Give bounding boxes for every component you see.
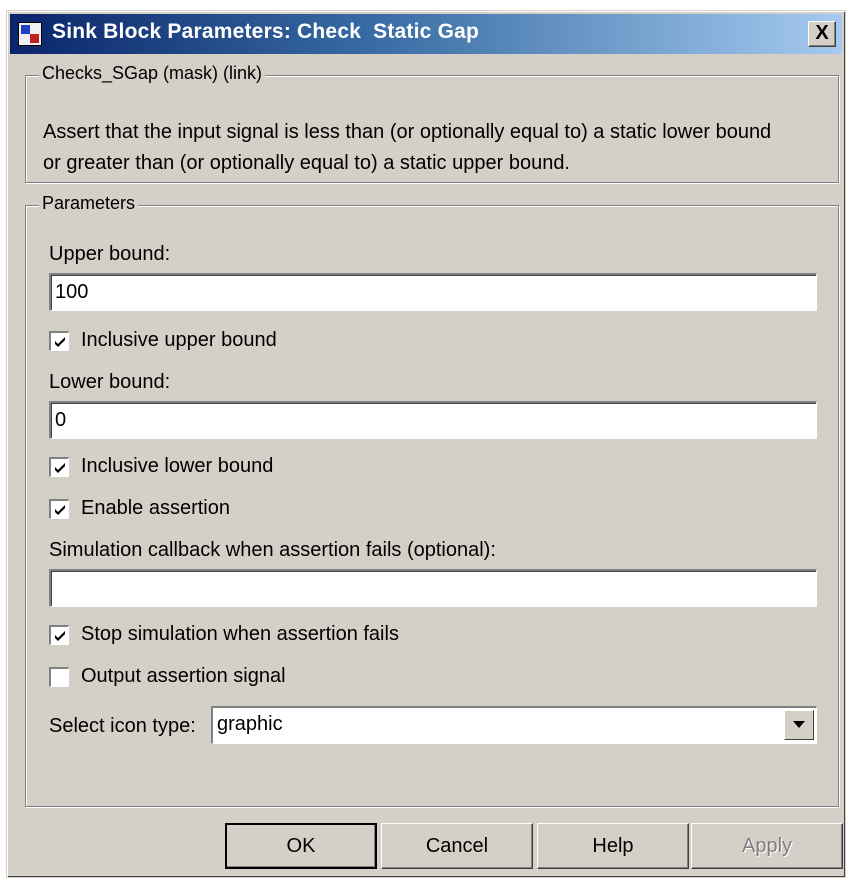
icon-type-value: graphic xyxy=(217,713,283,735)
stop-simulation-checkbox[interactable] xyxy=(49,625,69,645)
lower-bound-label: Lower bound: xyxy=(49,371,171,393)
window-title: Sink Block Parameters: Check Static Gap xyxy=(52,20,480,43)
parameters-group-legend: Parameters xyxy=(39,193,139,214)
chevron-down-icon xyxy=(793,721,805,728)
description-line-2: or greater than (or optionally equal to)… xyxy=(43,152,570,174)
mask-description: Assert that the input signal is less tha… xyxy=(43,117,833,179)
ok-button[interactable]: OK xyxy=(225,823,377,869)
output-assertion-label[interactable]: Output assertion signal xyxy=(81,665,286,688)
description-line-1: Assert that the input signal is less tha… xyxy=(43,121,772,143)
dropdown-button[interactable] xyxy=(784,710,814,740)
inclusive-upper-checkbox[interactable] xyxy=(49,331,69,351)
inclusive-lower-checkbox[interactable] xyxy=(49,457,69,477)
upper-bound-input[interactable] xyxy=(49,273,817,311)
mask-group-legend: Checks_SGap (mask) (link) xyxy=(39,63,266,84)
cancel-button[interactable]: Cancel xyxy=(381,823,533,869)
close-icon: X xyxy=(815,22,829,44)
enable-assertion-checkbox[interactable] xyxy=(49,499,69,519)
apply-button[interactable]: Apply xyxy=(691,823,843,869)
inclusive-upper-label[interactable]: Inclusive upper bound xyxy=(81,329,277,352)
upper-bound-label: Upper bound: xyxy=(49,243,171,265)
help-button[interactable]: Help xyxy=(537,823,689,869)
enable-assertion-label[interactable]: Enable assertion xyxy=(81,497,230,520)
close-button[interactable]: X xyxy=(808,21,836,47)
checkmark-icon xyxy=(55,631,65,641)
stop-simulation-label[interactable]: Stop simulation when assertion fails xyxy=(81,623,399,646)
title-bar[interactable]: Sink Block Parameters: Check Static Gap … xyxy=(10,14,842,54)
checkmark-icon xyxy=(55,337,65,347)
lower-bound-input[interactable] xyxy=(49,401,817,439)
icon-type-label: Select icon type: xyxy=(49,715,196,737)
inclusive-lower-label[interactable]: Inclusive lower bound xyxy=(81,455,273,478)
dialog-window: Sink Block Parameters: Check Static Gap … xyxy=(6,10,846,878)
output-assertion-checkbox[interactable] xyxy=(49,667,69,687)
callback-input[interactable] xyxy=(49,569,817,607)
checkmark-icon xyxy=(55,505,65,515)
simulink-block-icon[interactable] xyxy=(18,22,42,46)
checkmark-icon xyxy=(55,463,65,473)
icon-type-select[interactable]: graphic xyxy=(211,706,817,744)
callback-label: Simulation callback when assertion fails… xyxy=(49,539,496,561)
